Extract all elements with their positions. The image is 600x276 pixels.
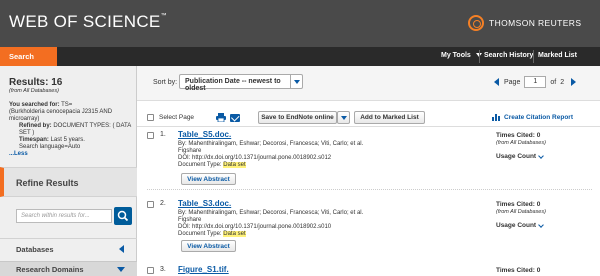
results-source: (from All Databases) [9, 88, 59, 94]
print-icon[interactable] [216, 113, 226, 122]
sidebar: Results: 16 (from All Databases) You sea… [0, 66, 137, 276]
record-divider [147, 189, 592, 190]
bar-chart-icon [492, 114, 500, 121]
select-page[interactable]: Select Page [147, 114, 194, 121]
tab-search-history[interactable]: Search History [484, 47, 533, 66]
you-searched-label: You searched for: [9, 102, 60, 108]
prev-page-icon[interactable] [494, 78, 499, 86]
email-icon[interactable] [230, 114, 240, 122]
record-title[interactable]: Table_S3.doc. [178, 199, 231, 208]
timespan-text: Last 5 years. [50, 137, 85, 143]
refine-search-button[interactable] [114, 207, 132, 225]
usage-count-toggle[interactable]: Usage Count [496, 221, 544, 229]
record-doctype: Document Type: Data set [178, 231, 246, 237]
record-checkbox[interactable] [147, 132, 154, 139]
tab-search[interactable]: Search [0, 47, 57, 66]
page-input[interactable]: 1 [524, 76, 547, 88]
app-header: WEB OF SCIENCE™ THOMSON REUTERS [0, 0, 600, 47]
record-doctype: Document Type: Data set [178, 162, 246, 168]
record-source: Figshare [178, 148, 202, 154]
of-label: of [550, 78, 557, 86]
query-text: (Burkholderia cenocepacia J2315 AND micr… [9, 109, 113, 122]
results-toolbar: Select Page Save to EndNote online Add t… [137, 101, 600, 127]
results-count: Results: 16 [9, 77, 63, 88]
refine-research-domains[interactable]: Research Domains [0, 261, 137, 276]
sort-bar: Sort by: Publication Date -- newest to o… [137, 66, 600, 101]
record-authors: By: Mahenthiralingam, Eshwar; Decorosi, … [178, 210, 364, 216]
web-of-science-logo[interactable]: WEB OF SCIENCE™ [9, 12, 167, 32]
result-record: 1. Table_S5.doc. By: Mahenthiralingam, E… [137, 129, 600, 192]
refine-results-header: Refine Results [0, 167, 137, 197]
record-number: 1. [160, 131, 166, 138]
timespan-label: Timespan: [19, 137, 49, 143]
chevron-down-icon [290, 75, 302, 88]
tab-divider [533, 50, 534, 63]
tab-my-tools[interactable]: My Tools [441, 47, 482, 66]
save-to-endnote-button[interactable]: Save to EndNote online [258, 111, 337, 124]
refine-results-title: Refine Results [16, 178, 79, 188]
record-authors: By: Mahenthiralingam, Eshwar; Decorosi, … [178, 141, 364, 147]
times-cited: Times Cited: 0 [496, 132, 541, 139]
search-language: Search language=Auto [19, 144, 81, 150]
save-options-dropdown[interactable] [337, 111, 350, 124]
search-summary: You searched for: TS= (Burkholderia ceno… [9, 102, 134, 158]
result-record: 2. Table_S3.doc. By: Mahenthiralingam, E… [137, 198, 600, 261]
result-record: 3. Figure_S1.tif. Times Cited: 0 [137, 264, 600, 276]
sort-select[interactable]: Publication Date -- newest to oldest [179, 74, 303, 92]
search-icon [117, 210, 129, 222]
usage-count-toggle[interactable]: Usage Count [496, 152, 544, 160]
thomson-reuters-text: THOMSON REUTERS [489, 18, 582, 28]
pagination: Page 1 of 2 [494, 76, 577, 88]
databases-label: Databases [16, 245, 54, 254]
view-abstract-button[interactable]: View Abstract [181, 173, 236, 185]
thomson-reuters-logo: THOMSON REUTERS [468, 15, 581, 31]
chevron-down-icon [538, 152, 544, 159]
times-cited-source: (from All Databases) [496, 209, 546, 215]
query-prefix: TS= [61, 102, 73, 108]
create-citation-report[interactable]: Create Citation Report [492, 114, 573, 121]
times-cited: Times Cited: 0 [496, 267, 541, 274]
next-page-icon[interactable] [571, 78, 577, 86]
select-page-label: Select Page [159, 114, 195, 121]
total-pages: 2 [560, 78, 565, 86]
less-link[interactable]: ...Less [9, 151, 134, 158]
select-page-checkbox[interactable] [147, 114, 154, 121]
record-doi: DOI: http://dx.doi.org/10.1371/journal.p… [178, 224, 332, 230]
view-abstract-button[interactable]: View Abstract [181, 240, 236, 252]
record-title[interactable]: Figure_S1.tif. [178, 265, 229, 274]
times-cited-source: (from All Databases) [496, 140, 546, 146]
times-cited: Times Cited: 0 [496, 201, 541, 208]
record-doi: DOI: http://dx.doi.org/10.1371/journal.p… [178, 155, 332, 161]
thomson-reuters-icon [468, 15, 484, 31]
refine-databases[interactable]: Databases [0, 238, 137, 258]
tab-divider [479, 50, 480, 63]
nav-bar: Search My Tools Search History Marked Li… [0, 47, 600, 66]
record-checkbox[interactable] [147, 201, 154, 208]
collapse-arrow-icon [117, 267, 125, 272]
sort-label: Sort by: [153, 79, 178, 86]
record-title[interactable]: Table_S5.doc. [178, 130, 231, 139]
page-label: Page [504, 78, 521, 86]
tab-marked-list[interactable]: Marked List [538, 47, 577, 66]
expand-arrow-icon [119, 245, 124, 253]
refine-search-input[interactable]: Search within results for... [16, 209, 112, 223]
citation-report-label: Create Citation Report [504, 114, 573, 121]
chevron-down-icon [538, 221, 544, 228]
refined-label: Refined by: [19, 123, 52, 129]
record-checkbox[interactable] [147, 267, 154, 274]
record-source: Figshare [178, 217, 202, 223]
record-number: 3. [160, 266, 166, 273]
add-to-marked-list-button[interactable]: Add to Marked List [354, 111, 425, 124]
research-domains-label: Research Domains [16, 265, 84, 274]
record-number: 2. [160, 200, 166, 207]
